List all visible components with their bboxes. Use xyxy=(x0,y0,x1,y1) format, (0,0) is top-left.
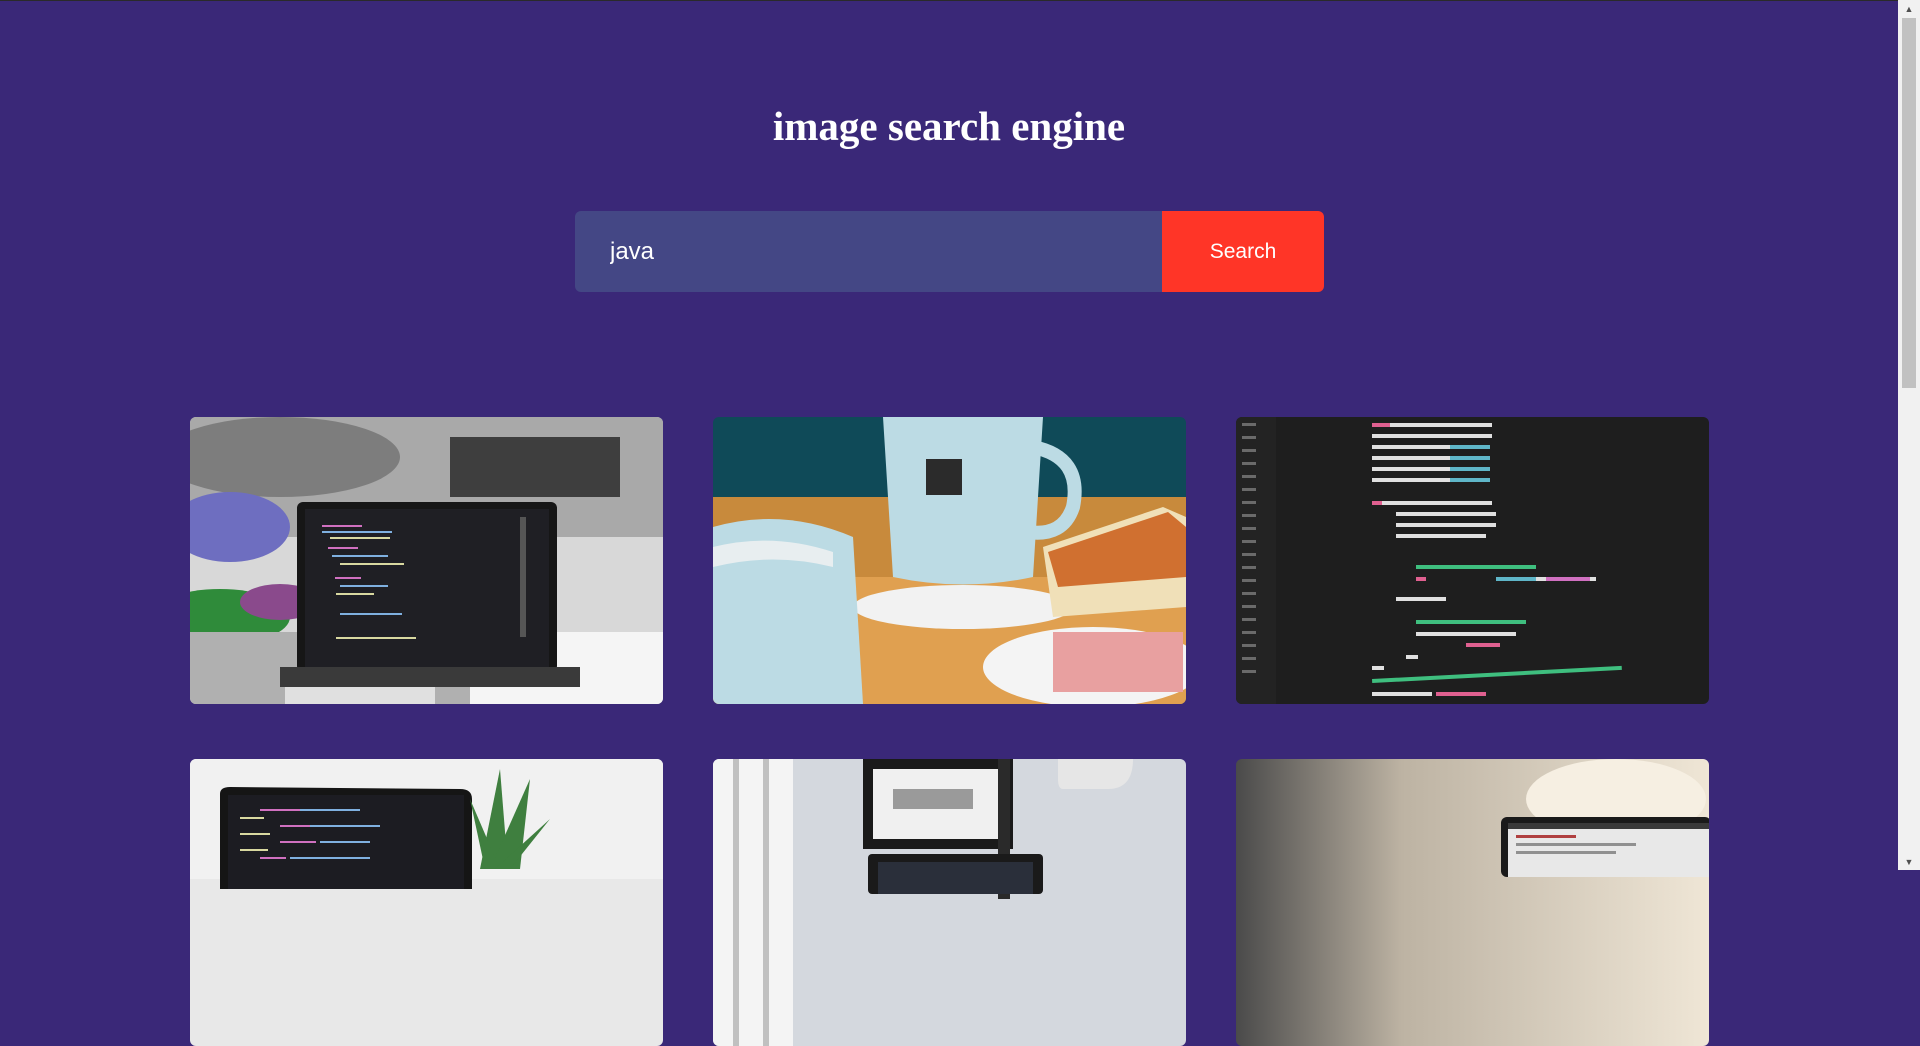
result-image-2[interactable] xyxy=(713,417,1186,704)
laptop-wall-photo xyxy=(1236,759,1709,1046)
result-image-1[interactable] xyxy=(190,417,663,704)
java-cup-photo xyxy=(713,417,1186,704)
scroll-thumb[interactable] xyxy=(1902,18,1916,388)
search-button[interactable]: Search xyxy=(1162,211,1324,292)
laptop-code-photo xyxy=(190,417,663,704)
desk-monitor-photo xyxy=(713,759,1186,1046)
scroll-up-arrow-icon[interactable]: ▲ xyxy=(1898,0,1920,17)
result-image-5[interactable] xyxy=(713,759,1186,1046)
code-editor-photo xyxy=(1236,417,1709,704)
result-image-6[interactable] xyxy=(1236,759,1709,1046)
search-form: Search xyxy=(575,211,1324,292)
result-image-4[interactable] xyxy=(190,759,663,1046)
vertical-scrollbar[interactable]: ▲ ▼ xyxy=(1898,0,1920,870)
page-title: image search engine xyxy=(772,103,1126,149)
top-border xyxy=(0,0,1898,1)
search-input[interactable] xyxy=(575,211,1162,292)
result-image-3[interactable] xyxy=(1236,417,1709,704)
page: image search engine Search xyxy=(0,0,1898,1046)
scroll-down-arrow-icon[interactable]: ▼ xyxy=(1898,853,1920,870)
laptop-plant-photo xyxy=(190,759,663,1046)
